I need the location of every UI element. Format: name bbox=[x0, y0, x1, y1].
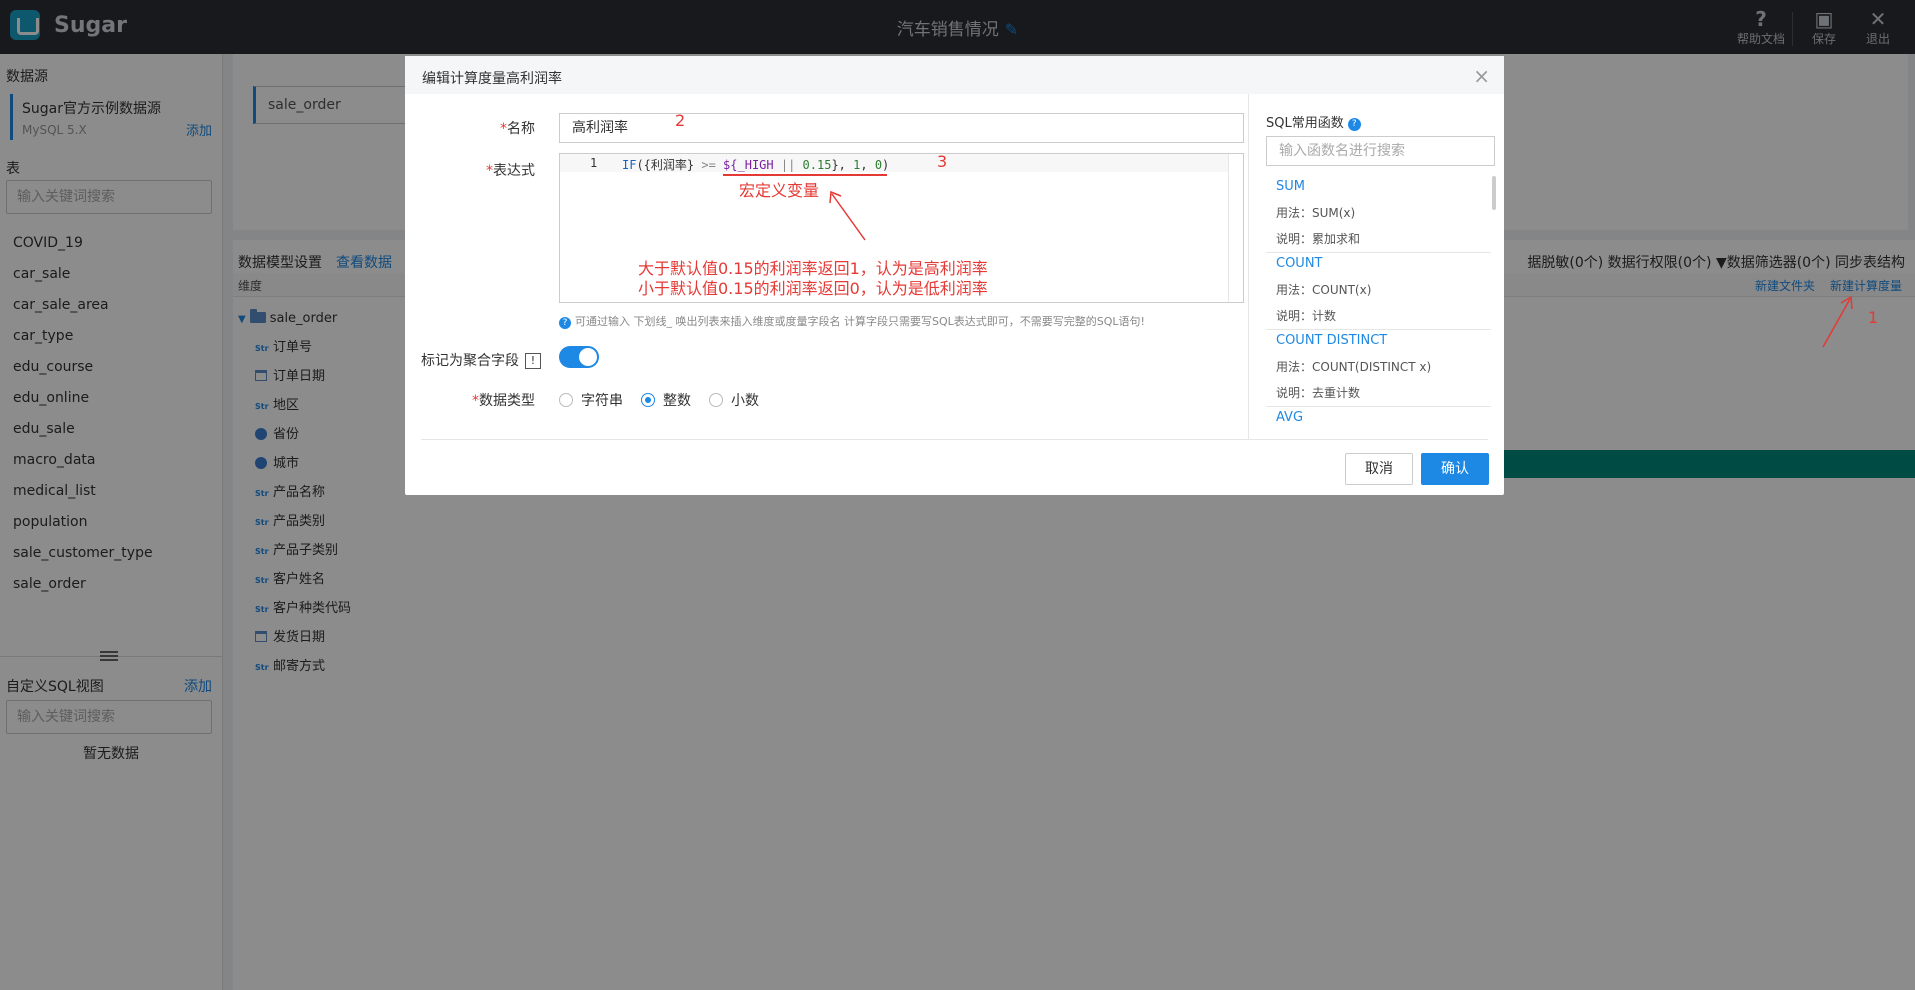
dialog-header: 编辑计算度量高利润率 × bbox=[405, 56, 1504, 94]
name-input[interactable]: 高利润率 bbox=[559, 113, 1244, 143]
help-icon[interactable]: ? bbox=[1347, 118, 1361, 131]
line-number: 1 bbox=[590, 156, 598, 170]
annotation-explain-high: 大于默认值0.15的利润率返回1，认为是高利润率 bbox=[638, 259, 988, 278]
aggregate-toggle[interactable] bbox=[559, 346, 599, 368]
function-list-scrollbar[interactable] bbox=[1492, 176, 1496, 210]
function-description: 说明：累加求和 bbox=[1276, 232, 1361, 246]
code-operator: >= bbox=[701, 158, 716, 172]
code-part: ({利润率} bbox=[636, 158, 702, 172]
required-mark: * bbox=[500, 121, 507, 137]
code-part: }, bbox=[831, 158, 854, 172]
aggregate-label-text: 标记为聚合字段 bbox=[421, 353, 519, 369]
radio-dot[interactable] bbox=[709, 393, 723, 407]
type-label-text: 数据类型 bbox=[479, 393, 535, 409]
close-icon[interactable]: × bbox=[1473, 64, 1490, 88]
name-label-text: 名称 bbox=[507, 121, 535, 137]
sql-function-panel: SQL常用函数? 输入函数名进行搜索 SUM 用法：SUM(x) 说明：累加求和 CO… bbox=[1248, 94, 1504, 439]
function-item[interactable]: SUM 用法：SUM(x) 说明：累加求和 bbox=[1266, 176, 1491, 253]
radio-label: 字符串 bbox=[581, 393, 623, 409]
function-usage bbox=[1276, 431, 1491, 438]
annotation-number-1: 1 bbox=[1868, 308, 1879, 327]
expr-label-text: 表达式 bbox=[493, 163, 535, 179]
data-type-radio[interactable]: 小数 bbox=[709, 390, 759, 410]
radio-label: 小数 bbox=[731, 393, 759, 409]
sql-panel-title: SQL常用函数? bbox=[1266, 112, 1361, 131]
info-icon[interactable]: ! bbox=[525, 353, 541, 369]
code-part bbox=[716, 158, 723, 172]
function-description: 说明：计数 bbox=[1276, 309, 1337, 323]
required-mark: * bbox=[472, 393, 479, 409]
annotation-number-3: 3 bbox=[937, 152, 948, 171]
annotation-number-2: 2 bbox=[675, 111, 686, 130]
data-type-radio[interactable]: 整数 bbox=[641, 390, 691, 410]
confirm-button[interactable]: 确认 bbox=[1421, 453, 1489, 485]
annotation-explain-low: 小于默认值0.15的利润率返回0，认为是低利润率 bbox=[638, 279, 988, 298]
code-keyword: IF bbox=[622, 158, 637, 172]
radio-dot[interactable] bbox=[641, 393, 655, 407]
sql-panel-title-text: SQL常用函数 bbox=[1266, 116, 1344, 131]
function-search-input[interactable]: 输入函数名进行搜索 bbox=[1266, 136, 1495, 166]
function-list: SUM 用法：SUM(x) 说明：累加求和 COUNT 用法：COUNT(x) 说明：计数… bbox=[1266, 176, 1491, 438]
code-macro-variable: ${_HIGH bbox=[723, 158, 781, 172]
code-part bbox=[795, 158, 802, 172]
function-usage: 用法：COUNT(x) bbox=[1276, 283, 1372, 297]
code-number: 0.15 bbox=[802, 158, 832, 172]
help-icon: ? bbox=[559, 317, 571, 329]
editor-scrollbar[interactable] bbox=[1228, 154, 1243, 302]
dialog-divider bbox=[421, 439, 1488, 440]
function-usage: 用法：COUNT(DISTINCT x) bbox=[1276, 360, 1432, 374]
function-item[interactable]: COUNT DISTINCT 用法：COUNT(DISTINCT x) 说明：去重计… bbox=[1266, 330, 1491, 407]
aggregate-label: 标记为聚合字段! bbox=[421, 350, 541, 370]
function-name[interactable]: COUNT DISTINCT bbox=[1276, 330, 1491, 354]
type-label: *数据类型 bbox=[405, 390, 535, 410]
code-operator: || bbox=[780, 158, 796, 172]
code-part: , bbox=[860, 158, 875, 172]
function-item[interactable]: AVG bbox=[1266, 407, 1491, 438]
function-usage: 用法：SUM(x) bbox=[1276, 206, 1356, 220]
function-name[interactable]: COUNT bbox=[1276, 253, 1491, 277]
data-type-radio-group: 字符串 整数 小数 bbox=[559, 390, 777, 410]
annotation-macro-variable: 宏定义变量 bbox=[739, 181, 820, 200]
function-description: 说明：去重计数 bbox=[1276, 386, 1361, 400]
radio-label: 整数 bbox=[663, 393, 691, 409]
name-label: *名称 bbox=[405, 118, 535, 138]
required-mark: * bbox=[486, 163, 493, 179]
code-number: 0 bbox=[874, 158, 883, 172]
dialog-title: 编辑计算度量高利润率 bbox=[422, 71, 562, 87]
expression-code[interactable]: IF({利润率} >= ${_HIGH || 0.15}, 1, 0) bbox=[622, 156, 889, 173]
hint-text: 可通过输入 下划线_ 唤出列表来插入维度或度量字段名 计算字段只需要写SQL表达… bbox=[575, 315, 1145, 328]
function-name[interactable]: SUM bbox=[1276, 176, 1491, 200]
expression-hint: ? 可通过输入 下划线_ 唤出列表来插入维度或度量字段名 计算字段只需要写SQL表… bbox=[559, 313, 1145, 329]
function-name[interactable]: AVG bbox=[1276, 407, 1491, 431]
code-part: ) bbox=[882, 158, 890, 172]
toggle-knob bbox=[579, 348, 597, 366]
expr-label: *表达式 bbox=[405, 160, 535, 180]
data-type-radio[interactable]: 字符串 bbox=[559, 390, 623, 410]
radio-dot[interactable] bbox=[559, 393, 573, 407]
cancel-button[interactable]: 取消 bbox=[1345, 453, 1413, 485]
function-item[interactable]: COUNT 用法：COUNT(x) 说明：计数 bbox=[1266, 253, 1491, 330]
